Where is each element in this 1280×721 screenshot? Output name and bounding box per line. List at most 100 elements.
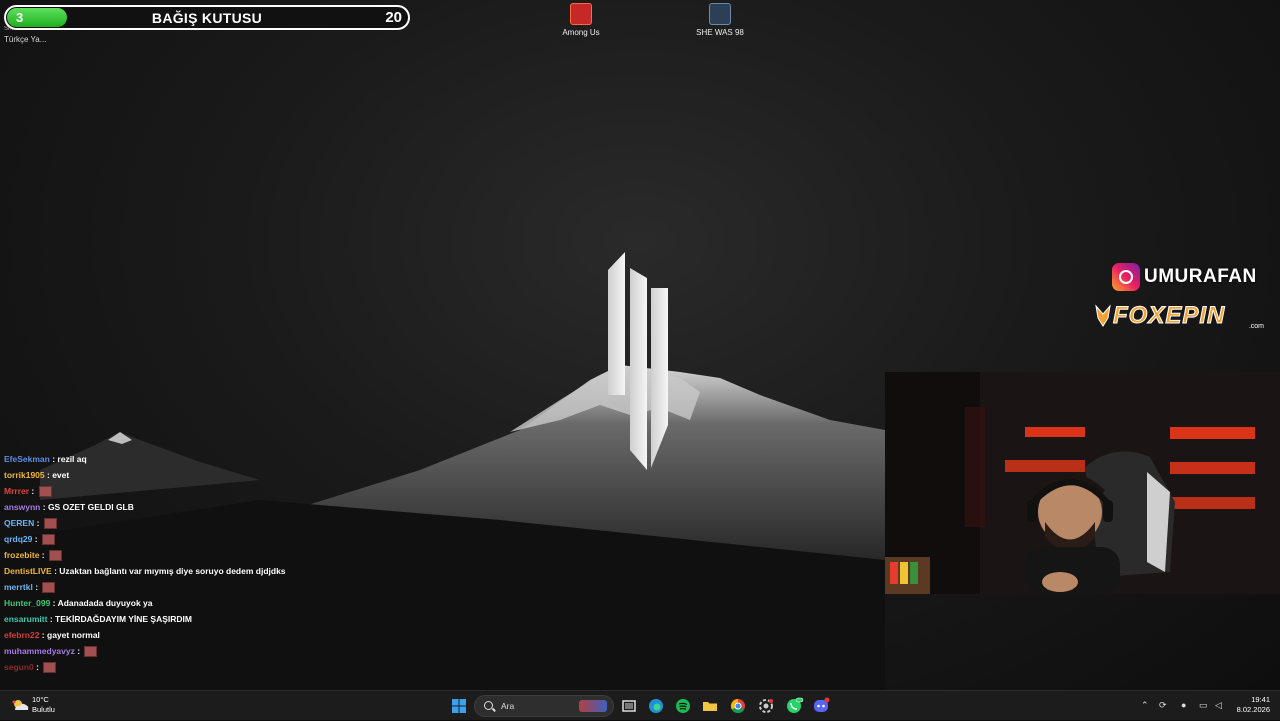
folder-icon [703,702,717,711]
chat-username[interactable]: ensarumitt [4,614,47,624]
task-view-icon [622,700,636,712]
chevron-up-icon[interactable]: ⌃ [1141,700,1149,710]
chat-separator: : [33,662,42,672]
search-placeholder: Ara [501,701,515,711]
chat-emote-icon [38,486,52,498]
taskbar-edge[interactable] [646,696,666,716]
taskbar-file-explorer[interactable] [700,696,720,716]
stream-chat: EfeSekman : rezil aq torrik1905 : evet Mrr… [0,451,326,677]
search-icon [484,701,493,710]
chat-emote-icon [43,662,57,674]
taskbar-app-gear[interactable] [756,696,776,716]
microphone-icon[interactable]: ● [1181,700,1186,710]
chat-separator: : [39,630,47,640]
chat-message: ensarumitt : TEKİRDAĞDAYIM YİNE ŞAŞIRDIM [0,611,326,627]
chat-message: QEREN : [0,515,326,531]
weather-widget[interactable]: 10°C Bulutlu [12,695,55,715]
donation-goal-bar: 3 BAĞIŞ KUTUSU 20 [4,5,410,30]
chat-emote-icon [84,646,98,658]
search-highlight-icon [579,700,607,712]
volume-icon[interactable]: ◁ [1215,700,1222,710]
chat-emote-icon [41,534,55,546]
chat-message: efebrn22 : gayet normal [0,627,326,643]
chat-username[interactable]: EfeSekman [4,454,50,464]
chat-username[interactable]: QEREN [4,518,34,528]
chat-separator: : [40,502,48,512]
chat-separator: : [29,486,37,496]
taskbar-spotify[interactable] [673,696,693,716]
chat-separator: : [32,582,41,592]
chat-message: merrtkl : [0,579,326,595]
taskbar: 10°C Bulutlu Ara ⌃ ⟳ ● ▭ ◁ 19:41 8.02.20… [0,690,1280,720]
overlay-caption: Sh… Türkçe Ya... [4,26,47,44]
chat-username[interactable]: efebrn22 [4,630,39,640]
desktop-shortcut-label: SHE WAS 98 [696,28,744,37]
chat-separator: : [47,614,56,624]
desktop-shortcut-she-was-98[interactable]: SHE WAS 98 [685,3,755,37]
chat-username[interactable]: qrdq29 [4,534,32,544]
clock-date: 8.02.2026 [1236,705,1270,714]
chat-username[interactable]: muhammedyavyz [4,646,75,656]
chat-message: qrdq29 : [0,531,326,547]
taskbar-search[interactable]: Ara [474,695,614,717]
donation-title: BAĞIŞ KUTUSU [151,10,263,26]
chat-text: GS OZET GELDI GLB [47,502,134,512]
chat-text: Uzaktan bağlantı var mıymış diye soruyo … [59,566,286,576]
chat-username[interactable]: answynn [4,502,40,512]
chat-username[interactable]: Hunter_099 [4,598,50,608]
desktop-shortcut-among-us[interactable]: Among Us [546,3,616,37]
chat-emote-icon [43,518,57,530]
desktop-shortcut-label: Among Us [562,28,600,37]
webcam-image [885,372,1280,594]
weather-description: Bulutlu [32,705,55,714]
chat-message: Hunter_099 : Adanadada duyuyok ya [0,595,326,611]
task-view-button[interactable] [619,696,639,716]
chat-username[interactable]: segun0 [4,662,34,672]
sync-icon[interactable]: ⟳ [1159,700,1167,710]
chat-separator: : [34,518,42,528]
chat-message: muhammedyavyz : [0,643,326,659]
chat-username[interactable]: Mrrrer [4,486,29,496]
chat-text: evet [52,470,70,480]
taskbar-chrome[interactable] [728,696,748,716]
chat-text: TEKİRDAĞDAYIM YİNE ŞAŞIRDIM [55,614,192,624]
whatsapp-icon [787,697,804,713]
chat-text: gayet normal [47,630,100,640]
chat-separator: : [50,598,58,608]
shortcut-icon [709,3,731,25]
chat-message: torrik1905 : evet [0,467,326,483]
chat-separator: : [74,646,83,656]
webcam-feed [885,372,1280,594]
network-icon[interactable]: ▭ [1199,700,1208,710]
instagram-icon [1112,263,1140,291]
chat-message: answynn : GS OZET GELDI GLB [0,499,326,515]
gear-icon [759,699,773,713]
chat-username[interactable]: torrik1905 [4,470,45,480]
chat-separator: : [32,534,40,544]
chrome-icon [730,698,745,714]
sponsor-logo: FOXEPIN .com [1095,300,1270,332]
taskbar-discord[interactable] [811,696,831,716]
chat-message: frozebite : [0,547,326,563]
taskbar-clock[interactable]: 19:41 8.02.2026 [1237,695,1270,715]
fox-icon [1095,304,1111,327]
windows-icon [452,699,466,713]
chat-username[interactable]: DentistLIVE [4,566,52,576]
taskbar-whatsapp[interactable] [784,696,804,716]
overlay-caption-line2: Türkçe Ya... [4,35,47,44]
chat-separator: : [39,550,47,560]
chat-emote-icon [48,550,62,562]
sponsor-domain: .com [1248,323,1264,330]
start-button[interactable] [449,696,469,716]
overlay-caption-line1: Sh… [4,26,18,32]
chat-username[interactable]: merrtkl [4,582,33,592]
chat-text: Adanadada duyuyok ya [57,598,153,608]
chat-message: segun0 : [0,659,326,675]
among-us-icon [570,3,592,25]
chat-message: EfeSekman : rezil aq [0,451,326,467]
weather-temperature: 10°C [32,695,49,704]
chat-username[interactable]: frozebite [4,550,39,560]
donation-goal: 20 [385,9,402,26]
spotify-icon [676,699,690,713]
chat-emote-icon [42,582,56,594]
